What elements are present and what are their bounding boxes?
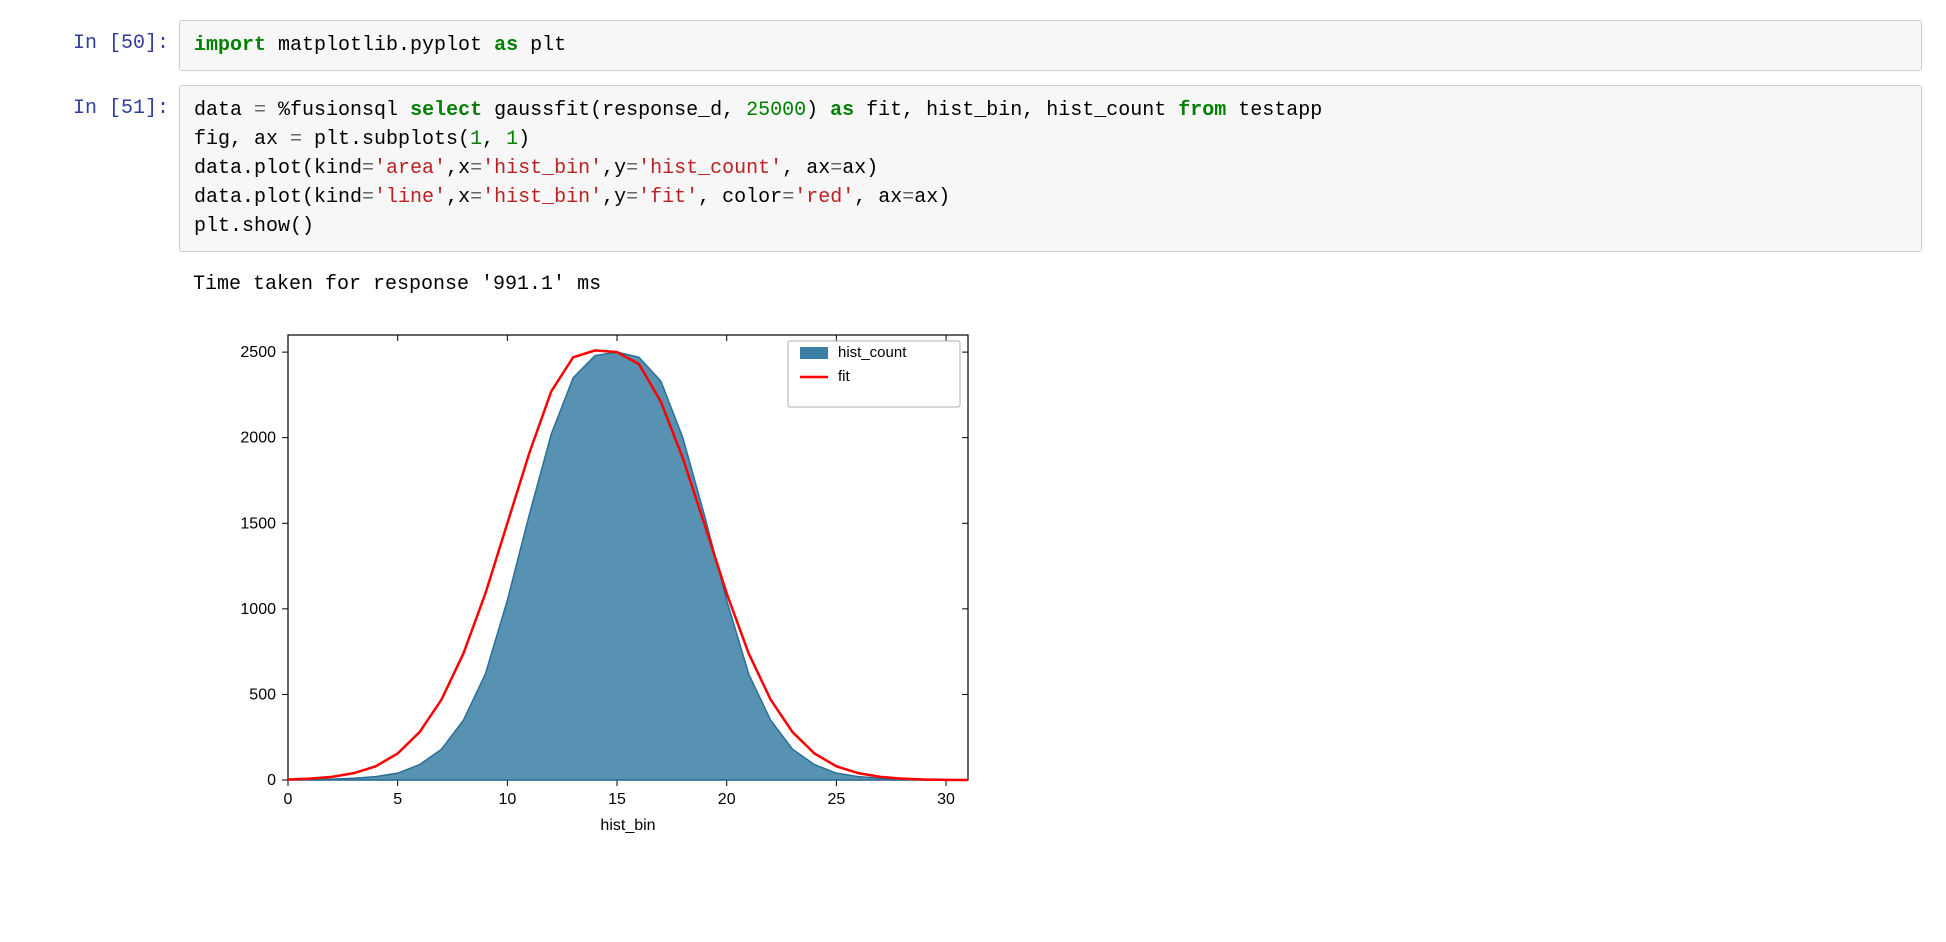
- notebook: In [50]: import matplotlib.pyplot as plt…: [0, 0, 1946, 908]
- svg-text:25: 25: [827, 791, 845, 808]
- legend-label: fit: [838, 368, 851, 385]
- svg-text:10: 10: [498, 791, 516, 808]
- output-text: Time taken for response '991.1' ms: [193, 270, 1908, 300]
- svg-text:20: 20: [718, 791, 736, 808]
- cell-prompt: In [51]:: [24, 85, 179, 120]
- series-area: [288, 352, 968, 780]
- svg-text:0: 0: [284, 791, 293, 808]
- legend-swatch-area: [800, 347, 828, 359]
- legend-label: hist_count: [838, 344, 907, 361]
- chart-wrap: 0 5 10 15 20 25 30 0 500 1000 1500 2000 2500 hist_bin…: [193, 310, 1908, 850]
- svg-text:15: 15: [608, 791, 626, 808]
- prompt-label: In [50]:: [73, 32, 169, 55]
- svg-text:500: 500: [249, 686, 276, 703]
- code-cell: In [50]: import matplotlib.pyplot as plt: [0, 20, 1946, 71]
- svg-text:2500: 2500: [240, 344, 276, 361]
- output-area: Time taken for response '991.1' ms 0 5 10 1…: [179, 266, 1922, 854]
- x-axis-label: hist_bin: [600, 817, 655, 834]
- svg-text:1500: 1500: [240, 515, 276, 532]
- svg-text:2000: 2000: [240, 430, 276, 447]
- empty-prompt: [24, 266, 179, 278]
- svg-text:5: 5: [393, 791, 402, 808]
- code-input[interactable]: import matplotlib.pyplot as plt: [179, 20, 1922, 71]
- svg-text:1000: 1000: [240, 601, 276, 618]
- prompt-label: In [51]:: [73, 97, 169, 120]
- svg-text:0: 0: [267, 772, 276, 789]
- svg-text:30: 30: [937, 791, 955, 808]
- code-cell: In [51]: data = %fusionsql select gaussf…: [0, 85, 1946, 252]
- code-input[interactable]: data = %fusionsql select gaussfit(respon…: [179, 85, 1922, 252]
- cell-prompt: In [50]:: [24, 20, 179, 55]
- matplotlib-chart: 0 5 10 15 20 25 30 0 500 1000 1500 2000 2500 hist_bin…: [193, 310, 988, 850]
- output-cell: Time taken for response '991.1' ms 0 5 10 1…: [0, 266, 1946, 854]
